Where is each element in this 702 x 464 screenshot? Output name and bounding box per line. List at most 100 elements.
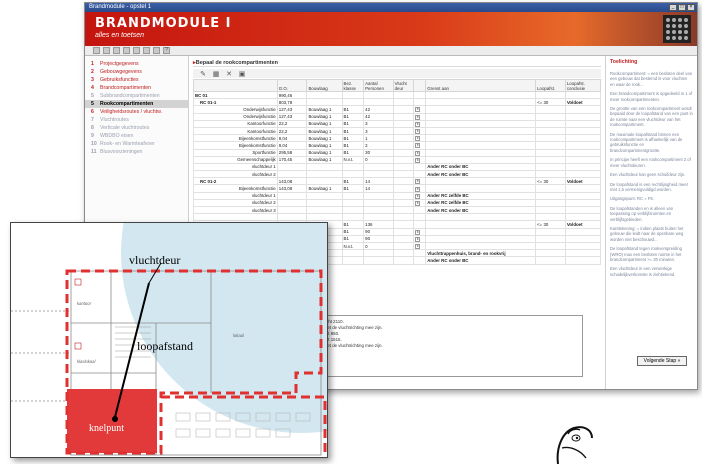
table-row[interactable]: Bijeenkomstfunctie 9,04 Bouwlaag 1 B1 1 x [193,134,602,143]
checkbox-icon[interactable]: x [415,136,421,141]
table-row[interactable] [193,213,602,222]
new-icon[interactable] [93,47,100,54]
checkbox-icon[interactable]: x [415,150,421,156]
help-paragraph: Een vluchtdeur kan geen schuifdeur zijn. [610,172,686,178]
row-checkbox[interactable]: x [413,241,427,251]
sidebar-item[interactable]: 5 Rookcompartimenten [85,100,188,108]
column-header[interactable]: Bouwlaag [306,79,343,92]
table-row[interactable]: Kantoorfunctie 22,2 Bouwlaag 1 B1 3 x [193,126,602,136]
paste-icon[interactable] [153,47,160,54]
row-checkbox[interactable]: x [413,141,427,150]
table-cell [535,148,566,157]
column-header[interactable]: Grenst aan [425,79,537,92]
checkbox-icon[interactable]: x [415,121,421,127]
column-header[interactable]: G.O. [276,79,308,92]
sidebar-item[interactable]: 3 Gebruiksfuncties [85,76,188,84]
table-row[interactable]: Bijeenkomstfunctie 9,04 Bouwlaag 1 B1 2 x [193,141,602,150]
row-checkbox[interactable] [413,213,427,222]
sidebar-item[interactable]: 7 Vluchtroutes [85,116,188,124]
table-row[interactable]: RC 01-1 803,78 <= 30 Voldoet [193,98,602,107]
row-checkbox[interactable]: x [413,119,427,128]
table-row[interactable]: vluchtdeur 1 x Ander RC zelfde BC [193,191,602,200]
row-checkbox[interactable] [413,90,427,100]
checkbox-icon[interactable]: x [415,200,421,206]
print-icon[interactable] [123,47,130,54]
sidebar-item[interactable]: 6 Veiligheidsroutes / vluchtw. [85,108,188,116]
edit-icon[interactable]: ✎ [199,70,207,78]
checkbox-icon[interactable]: x [415,229,421,235]
row-checkbox[interactable]: x [413,177,427,186]
row-checkbox[interactable]: x [413,191,427,200]
row-checkbox[interactable] [413,98,427,107]
table-row[interactable]: BC 01 990,46 [193,90,602,100]
column-header[interactable]: Vlucht deur [392,79,415,92]
row-checkbox[interactable]: x [413,155,427,164]
column-header[interactable]: Loopafst. conclusie [564,79,602,92]
sidebar-item[interactable]: 10 Rook- en Warmteafvoer [85,140,188,148]
row-checkbox[interactable] [413,249,427,258]
open-icon[interactable] [103,47,110,54]
checkbox-icon[interactable]: x [415,129,421,134]
row-checkbox[interactable]: x [413,134,427,143]
maximize-icon[interactable]: □ [678,4,686,11]
row-checkbox[interactable]: x [413,227,427,236]
table-cell: 170,45 [276,155,308,164]
row-checkbox[interactable]: x [413,198,427,208]
column-header[interactable]: Bez. klasse [341,79,365,92]
table-row[interactable]: RC 01-2 143,08 B1 14 x <= 30 Voldoet [193,177,602,186]
column-header[interactable] [413,79,427,92]
close-icon[interactable]: × [687,4,695,11]
row-checkbox[interactable]: x [413,112,427,121]
checkbox-icon[interactable]: x [415,157,421,163]
table-row[interactable]: Kantoorfunctie 22,2 Bouwlaag 1 B1 3 x [193,119,602,128]
table-row[interactable]: vluchtdeur 1 Ander RC onder BC [193,162,602,172]
table-row[interactable]: vluchtdeur 2 x Ander RC zelfde BC [193,198,602,208]
checkbox-icon[interactable]: x [415,143,421,148]
row-checkbox[interactable]: x [413,184,427,193]
next-step-button[interactable]: Volgende Stap » [637,356,687,366]
sidebar-item[interactable]: 2 Gebouwgegevens [85,68,188,76]
calculator-icon[interactable]: ▣ [238,70,246,78]
help-icon[interactable]: ? [163,47,170,54]
row-checkbox[interactable]: x [413,105,427,114]
checkbox-icon[interactable]: x [415,107,421,113]
sidebar-item-number: 9 [91,133,94,139]
row-checkbox[interactable]: x [413,126,427,136]
table-row[interactable]: Bijeenkomstfunctie 143,08 Bouwlaag 1 B1 14 x [193,184,602,193]
table-row[interactable]: Onderwijsfunctie 127,43 Bouwlaag 1 B1 42 x [193,105,602,114]
checkbox-icon[interactable]: x [415,114,421,120]
row-checkbox[interactable] [413,162,427,172]
table-row[interactable]: Onderwijsfunctie 127,43 Bouwlaag 1 B1 42 x [193,112,602,121]
column-header[interactable]: Aantal Personen [363,79,394,92]
table-row[interactable]: Sportfunctie 295,58 Bouwlaag 1 B1 30 x [193,148,602,157]
row-checkbox[interactable] [413,256,427,265]
column-header[interactable] [193,79,278,92]
row-checkbox[interactable] [413,170,427,179]
checkbox-icon[interactable]: x [415,186,421,192]
sidebar-item[interactable]: 9 WBDBO eisen [85,132,188,140]
sidebar-item[interactable]: 5 Subbrandcompartimenten [85,92,188,100]
checkbox-icon[interactable]: x [415,244,421,249]
sidebar-item[interactable]: 4 Brandcompartimenten [85,84,188,92]
table-row[interactable]: vluchtdeur 3 Ander RC onder BC [193,205,602,215]
cut-icon[interactable] [133,47,140,54]
column-header[interactable]: Loopafst. [535,79,566,92]
table-row[interactable]: Gemeenschappelijk 170,45 Bouwlaag 1 N.v.t. 0… [193,155,602,164]
grid-icon[interactable]: ▦ [212,70,220,78]
minimize-icon[interactable]: _ [669,4,677,11]
checkbox-icon[interactable]: x [415,193,421,199]
sidebar-item[interactable]: 11 Blusvoorzieningen [85,148,188,156]
sidebar-item[interactable]: 1 Projectgegevens [85,60,188,68]
sidebar-item[interactable]: 8 Verticale vluchtroutes [85,124,188,132]
checkbox-icon[interactable]: x [415,179,421,184]
table-cell [535,191,566,200]
save-icon[interactable] [113,47,120,54]
checkbox-icon[interactable]: x [415,236,421,242]
table-row[interactable]: vluchtdeur 2 Ander RC onder BC [193,170,602,179]
row-checkbox[interactable] [413,205,427,215]
delete-icon[interactable]: ✕ [225,70,233,78]
row-checkbox[interactable] [413,220,427,229]
copy-icon[interactable] [143,47,150,54]
row-checkbox[interactable]: x [413,148,427,157]
row-checkbox[interactable]: x [413,234,427,243]
